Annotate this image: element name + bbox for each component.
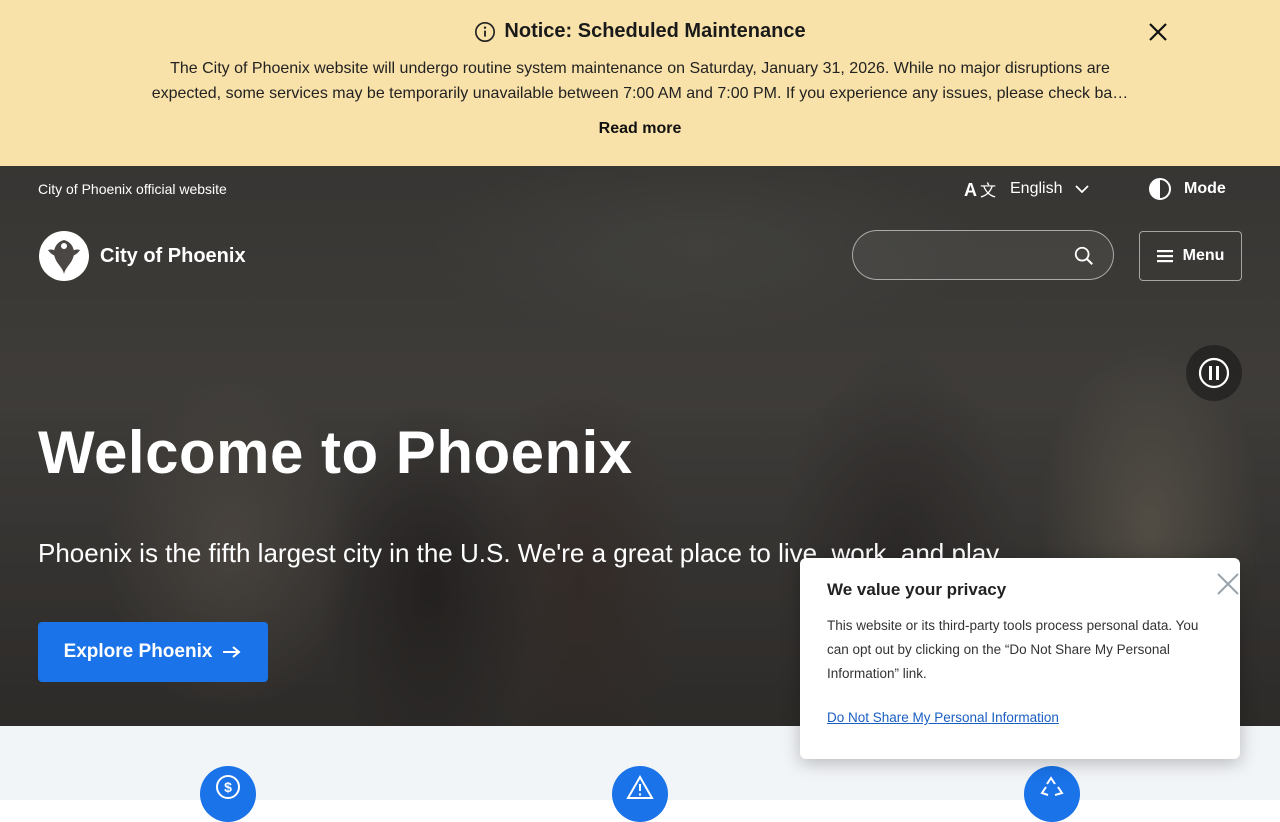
info-icon [475, 21, 496, 42]
phoenix-logo-icon [39, 231, 89, 281]
close-icon[interactable] [1146, 20, 1170, 44]
svg-text:A: A [964, 180, 977, 200]
do-not-share-link[interactable]: Do Not Share My Personal Information [827, 710, 1059, 725]
notice-heading: Notice: Scheduled Maintenance [0, 20, 1280, 43]
privacy-dialog: We value your privacy This website or it… [800, 558, 1240, 759]
search-input[interactable] [871, 243, 1065, 269]
menu-label: Menu [1182, 247, 1225, 264]
translate-icon: A 文 [964, 180, 996, 200]
recycle-icon[interactable] [1024, 766, 1080, 822]
read-more-link[interactable]: Read more [0, 120, 1280, 138]
chevron-down-icon [1075, 185, 1090, 194]
privacy-title: We value your privacy [827, 580, 1007, 599]
explore-label: Explore Phoenix [63, 641, 213, 662]
site-logo[interactable]: City of Phoenix [38, 230, 246, 282]
mode-label: Mode [1184, 180, 1226, 197]
mode-toggle[interactable]: Mode [1148, 177, 1226, 201]
official-site-label: City of Phoenix official website [38, 181, 227, 197]
notice-title: Notice: Scheduled Maintenance [504, 20, 806, 42]
hamburger-icon [1156, 250, 1173, 263]
pause-icon [1198, 357, 1230, 389]
contrast-icon [1149, 178, 1171, 200]
maintenance-notice: Notice: Scheduled Maintenance The City o… [0, 0, 1280, 166]
svg-text:$: $ [224, 779, 232, 795]
language-label: English [1010, 180, 1063, 197]
search-box[interactable] [852, 230, 1114, 280]
explore-phoenix-button[interactable]: Explore Phoenix [38, 622, 268, 682]
warning-icon[interactable] [612, 766, 668, 822]
hero-title: Welcome to Phoenix [38, 419, 633, 486]
search-icon[interactable] [1073, 245, 1095, 267]
menu-button[interactable]: Menu [1139, 231, 1242, 281]
dollar-icon[interactable]: $ [200, 766, 256, 822]
pause-video-button[interactable] [1186, 345, 1242, 401]
arrow-right-icon [223, 646, 241, 658]
close-icon[interactable] [1214, 570, 1242, 598]
logo-text: City of Phoenix [100, 244, 246, 267]
svg-text:文: 文 [980, 181, 996, 200]
language-selector[interactable]: A 文 English [964, 178, 1090, 200]
notice-body: The City of Phoenix website will undergo… [151, 60, 1129, 102]
privacy-text: This website or its third-party tools pr… [827, 618, 1199, 681]
